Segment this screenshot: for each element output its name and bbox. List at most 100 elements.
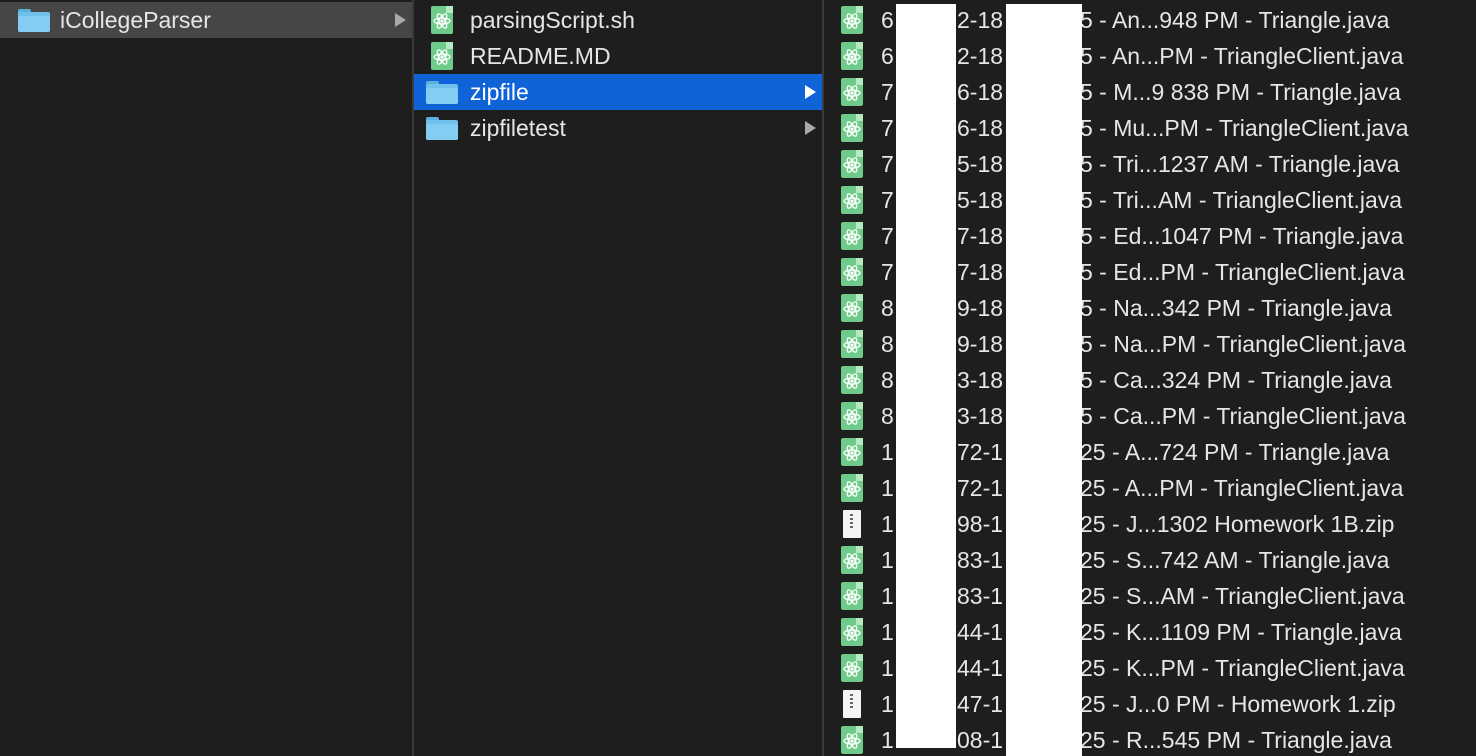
item-label-middle: 2-18 bbox=[957, 6, 1004, 33]
item-label-prefix: 1 bbox=[881, 546, 894, 573]
redaction-block bbox=[896, 4, 956, 748]
atom-file-icon bbox=[841, 546, 863, 574]
item-label-suffix: 5 - Tri...1237 AM - Triangle.java bbox=[1080, 150, 1400, 177]
item-label-prefix: 8 bbox=[881, 294, 894, 321]
item-label-prefix: 6 bbox=[881, 42, 894, 69]
item-label: zipfiletest bbox=[470, 114, 566, 141]
zip-archive-icon bbox=[843, 510, 861, 538]
item-label-middle: 44-1 bbox=[957, 654, 1004, 681]
item-label-middle: 08-1 bbox=[957, 726, 1004, 753]
item-label-suffix: 25 - J...1302 Homework 1B.zip bbox=[1080, 510, 1395, 537]
item-label-middle: 9-18 bbox=[957, 330, 1004, 357]
item-label-suffix: 5 - Ed...PM - TriangleClient.java bbox=[1080, 258, 1405, 285]
item-label-prefix: 7 bbox=[881, 222, 894, 249]
list-item-readme[interactable]: README.MD bbox=[414, 38, 822, 74]
item-label-middle: 5-18 bbox=[957, 150, 1004, 177]
atom-file-icon bbox=[431, 42, 453, 70]
item-label-middle: 6-18 bbox=[957, 78, 1004, 105]
list-item-zipfile[interactable]: zipfile bbox=[414, 74, 822, 110]
item-label-middle: 9-18 bbox=[957, 294, 1004, 321]
item-label-middle: 83-1 bbox=[957, 546, 1004, 573]
item-label-prefix: 7 bbox=[881, 186, 894, 213]
folder-icon bbox=[426, 80, 458, 104]
item-label-prefix: 1 bbox=[881, 654, 894, 681]
item-label-middle: 72-1 bbox=[957, 474, 1004, 501]
item-label-prefix: 7 bbox=[881, 78, 894, 105]
item-label-prefix: 8 bbox=[881, 366, 894, 393]
item-label-middle: 7-18 bbox=[957, 258, 1004, 285]
column-1[interactable]: iCollegeParser bbox=[0, 0, 412, 756]
item-label-prefix: 8 bbox=[881, 402, 894, 429]
list-item-parsingscript[interactable]: parsingScript.sh bbox=[414, 2, 822, 38]
chevron-right-icon bbox=[805, 85, 816, 99]
item-label-prefix: 8 bbox=[881, 330, 894, 357]
atom-file-icon bbox=[841, 366, 863, 394]
atom-file-icon bbox=[841, 330, 863, 358]
item-label-suffix: 5 - Na...342 PM - Triangle.java bbox=[1080, 294, 1392, 321]
item-label-prefix: 1 bbox=[881, 510, 894, 537]
folder-icon bbox=[426, 116, 458, 140]
item-label-middle: 7-18 bbox=[957, 222, 1004, 249]
atom-file-icon bbox=[841, 114, 863, 142]
item-label-prefix: 7 bbox=[881, 150, 894, 177]
item-label-suffix: 25 - R...545 PM - Triangle.java bbox=[1080, 726, 1392, 753]
item-label-middle: 6-18 bbox=[957, 114, 1004, 141]
column-2[interactable]: parsingScript.sh README.MD zipfile zipfi… bbox=[414, 0, 822, 756]
atom-file-icon bbox=[841, 618, 863, 646]
item-label-prefix: 1 bbox=[881, 474, 894, 501]
item-label-middle: 3-18 bbox=[957, 366, 1004, 393]
item-label-prefix: 6 bbox=[881, 6, 894, 33]
atom-file-icon bbox=[841, 294, 863, 322]
atom-file-icon bbox=[841, 438, 863, 466]
item-label-prefix: 1 bbox=[881, 726, 894, 753]
item-label: README.MD bbox=[470, 42, 611, 69]
list-item-icollegeparser[interactable]: iCollegeParser bbox=[0, 2, 412, 38]
zip-archive-icon bbox=[843, 690, 861, 718]
item-label-middle: 2-18 bbox=[957, 42, 1004, 69]
item-label: parsingScript.sh bbox=[470, 6, 635, 33]
redaction-block bbox=[1006, 4, 1082, 756]
atom-file-icon bbox=[841, 654, 863, 682]
item-label-suffix: 5 - Ca...PM - TriangleClient.java bbox=[1080, 402, 1406, 429]
atom-file-icon bbox=[841, 6, 863, 34]
atom-file-icon bbox=[841, 726, 863, 754]
item-label-middle: 98-1 bbox=[957, 510, 1004, 537]
item-label-middle: 5-18 bbox=[957, 186, 1004, 213]
item-label-prefix: 1 bbox=[881, 582, 894, 609]
item-label-suffix: 5 - An...948 PM - Triangle.java bbox=[1080, 6, 1390, 33]
list-item-zipfiletest[interactable]: zipfiletest bbox=[414, 110, 822, 146]
chevron-right-icon bbox=[395, 13, 406, 27]
atom-file-icon bbox=[841, 258, 863, 286]
item-label-suffix: 5 - Mu...PM - TriangleClient.java bbox=[1080, 114, 1409, 141]
item-label-prefix: 7 bbox=[881, 258, 894, 285]
item-label-prefix: 1 bbox=[881, 438, 894, 465]
item-label-suffix: 5 - Ca...324 PM - Triangle.java bbox=[1080, 366, 1392, 393]
item-label-prefix: 7 bbox=[881, 114, 894, 141]
item-label-suffix: 25 - A...724 PM - Triangle.java bbox=[1080, 438, 1390, 465]
atom-file-icon bbox=[841, 222, 863, 250]
chevron-right-icon bbox=[805, 121, 816, 135]
item-label: zipfile bbox=[470, 78, 529, 105]
item-label-suffix: 5 - Na...PM - TriangleClient.java bbox=[1080, 330, 1406, 357]
item-label-suffix: 25 - S...742 AM - Triangle.java bbox=[1080, 546, 1390, 573]
atom-file-icon bbox=[841, 402, 863, 430]
item-label: iCollegeParser bbox=[60, 6, 211, 33]
atom-file-icon bbox=[841, 474, 863, 502]
atom-file-icon bbox=[841, 582, 863, 610]
item-label-suffix: 25 - K...1109 PM - Triangle.java bbox=[1080, 618, 1402, 645]
item-label-middle: 3-18 bbox=[957, 402, 1004, 429]
atom-file-icon bbox=[841, 78, 863, 106]
column-3[interactable]: 6 2-18 5 - An...948 PM - Triangle.java 6 2-1… bbox=[824, 0, 1476, 756]
atom-file-icon bbox=[841, 186, 863, 214]
item-label-middle: 47-1 bbox=[957, 690, 1004, 717]
item-label-middle: 72-1 bbox=[957, 438, 1004, 465]
folder-icon bbox=[18, 8, 50, 32]
item-label-suffix: 5 - M...9 838 PM - Triangle.java bbox=[1080, 78, 1401, 105]
atom-file-icon bbox=[841, 42, 863, 70]
item-label-suffix: 25 - J...0 PM - Homework 1.zip bbox=[1080, 690, 1396, 717]
item-label-prefix: 1 bbox=[881, 690, 894, 717]
item-label-suffix: 25 - S...AM - TriangleClient.java bbox=[1080, 582, 1405, 609]
atom-file-icon bbox=[431, 6, 453, 34]
item-label-suffix: 5 - Tri...AM - TriangleClient.java bbox=[1080, 186, 1403, 213]
item-label-suffix: 5 - Ed...1047 PM - Triangle.java bbox=[1080, 222, 1404, 249]
